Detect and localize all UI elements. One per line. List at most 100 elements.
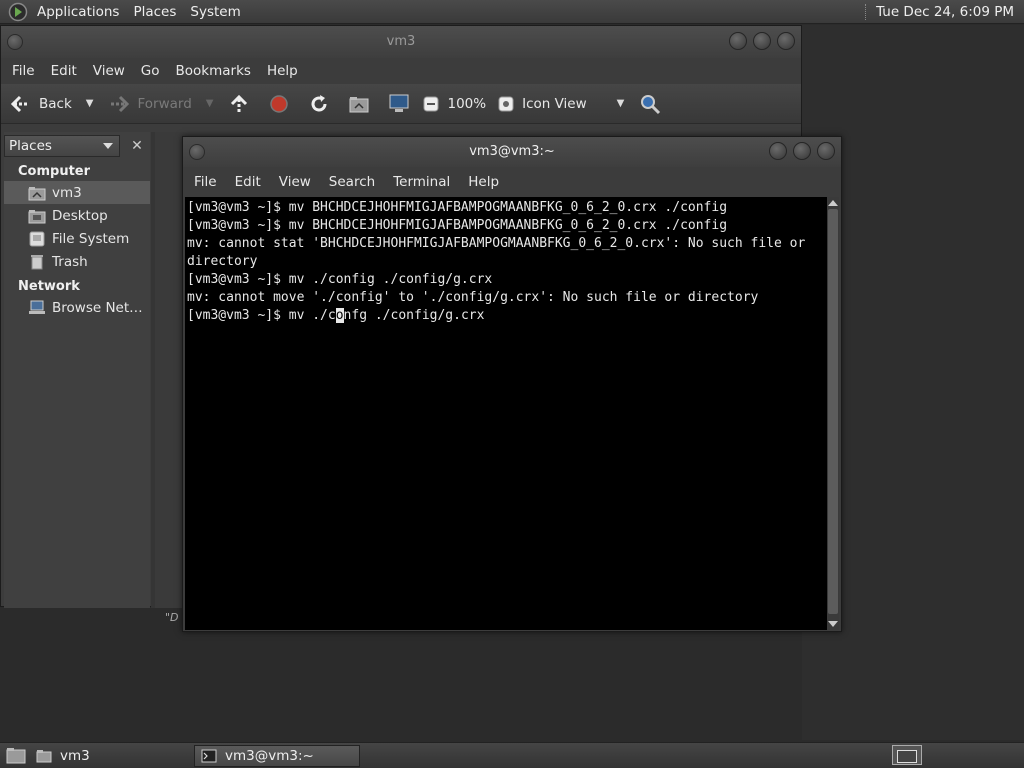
menu-file[interactable]: File xyxy=(185,167,226,197)
workspace-switcher[interactable] xyxy=(892,745,922,765)
minimize-button[interactable] xyxy=(769,142,787,160)
view-mode-dropdown[interactable]: ▼ xyxy=(617,98,625,109)
stop-icon[interactable] xyxy=(267,92,291,116)
terminal-line: mv: cannot stat 'BHCHDCEJHOHFMIGJAFBAMPO… xyxy=(187,236,806,251)
terminal-line: [vm3@vm3 ~]$ mv BHCHDCEJHOHFMIGJAFBAMPOG… xyxy=(187,218,728,233)
window-menu-icon[interactable] xyxy=(189,144,205,160)
sidebar-item-browse-network[interactable]: Browse Net… xyxy=(4,296,150,319)
forward-arrow-icon xyxy=(107,92,131,116)
sidebar-view-select[interactable]: Places xyxy=(4,135,120,157)
back-button[interactable]: Back xyxy=(9,88,72,120)
input-after-cursor: nfg ./config/g.crx xyxy=(343,308,485,323)
chevron-down-icon xyxy=(103,143,113,149)
input-before-cursor: [vm3@vm3 ~]$ mv ./c xyxy=(187,308,336,323)
show-desktop-icon[interactable] xyxy=(6,747,26,765)
desktop-icon xyxy=(28,209,46,223)
terminal-line: directory xyxy=(187,254,258,269)
terminal-scrollbar[interactable] xyxy=(827,197,839,630)
drive-icon xyxy=(29,231,45,246)
zoom-level[interactable]: 100% xyxy=(447,88,486,120)
menu-edit[interactable]: Edit xyxy=(43,58,85,84)
trash-icon xyxy=(31,254,43,269)
window-menu-icon[interactable] xyxy=(7,34,23,50)
status-text: "D xyxy=(165,611,179,624)
bottom-panel: vm3 vm3@vm3:~ xyxy=(0,742,1024,768)
forward-button[interactable]: Forward xyxy=(107,88,192,120)
close-button[interactable] xyxy=(817,142,835,160)
sidebar-item-label: vm3 xyxy=(52,184,82,201)
minimize-button[interactable] xyxy=(729,32,747,50)
terminal-menubar: File Edit View Search Terminal Help xyxy=(183,167,841,197)
applications-menu[interactable]: Applications xyxy=(30,0,126,24)
terminal-window: vm3@vm3:~ File Edit View Search Terminal… xyxy=(182,136,842,632)
sidebar-view-label: Places xyxy=(9,138,52,154)
close-sidebar-icon[interactable]: ✕ xyxy=(126,135,148,157)
menu-search[interactable]: Search xyxy=(320,167,384,197)
file-manager-toolbar: Back ▼ Forward ▼ 100% Icon View ▼ xyxy=(1,84,801,124)
section-network: Network xyxy=(18,279,80,294)
sidebar-item-trash[interactable]: Trash xyxy=(4,250,150,273)
menu-help[interactable]: Help xyxy=(459,167,508,197)
back-label: Back xyxy=(39,95,72,112)
distro-logo-icon[interactable] xyxy=(8,2,28,22)
forward-label: Forward xyxy=(137,95,192,112)
places-menu[interactable]: Places xyxy=(126,0,183,24)
search-icon[interactable] xyxy=(638,92,662,116)
file-manager-title: vm3 xyxy=(386,34,416,49)
view-mode-icon xyxy=(494,92,518,116)
network-icon xyxy=(29,300,45,314)
text-cursor: o xyxy=(335,308,344,323)
scroll-down-icon[interactable] xyxy=(828,621,838,627)
menu-terminal[interactable]: Terminal xyxy=(384,167,459,197)
maximize-button[interactable] xyxy=(793,142,811,160)
menu-go[interactable]: Go xyxy=(133,58,168,84)
computer-icon[interactable] xyxy=(387,92,411,116)
sidebar-item-desktop[interactable]: Desktop xyxy=(4,204,150,227)
system-menu[interactable]: System xyxy=(183,0,247,24)
menu-edit[interactable]: Edit xyxy=(226,167,270,197)
menu-file[interactable]: File xyxy=(4,58,43,84)
zoom-icon[interactable] xyxy=(419,92,443,116)
sidebar-item-file-system[interactable]: File System xyxy=(4,227,150,250)
file-manager-titlebar[interactable]: vm3 xyxy=(1,26,801,58)
scroll-up-icon[interactable] xyxy=(828,200,838,206)
terminal-titlebar[interactable]: vm3@vm3:~ xyxy=(183,137,841,167)
terminal-line: mv: cannot move './config' to './config/… xyxy=(187,290,759,305)
terminal-line: [vm3@vm3 ~]$ mv BHCHDCEJHOHFMIGJAFBAMPOG… xyxy=(187,200,728,215)
scrollbar-thumb[interactable] xyxy=(828,209,838,614)
taskbar-item-label: vm3@vm3:~ xyxy=(225,747,314,764)
menu-view[interactable]: View xyxy=(85,58,133,84)
forward-history-dropdown[interactable]: ▼ xyxy=(206,98,214,109)
menu-bookmarks[interactable]: Bookmarks xyxy=(168,58,259,84)
home-folder-icon[interactable] xyxy=(347,92,371,116)
terminal-title: vm3@vm3:~ xyxy=(469,144,555,159)
menu-help[interactable]: Help xyxy=(259,58,306,84)
close-button[interactable] xyxy=(777,32,795,50)
maximize-button[interactable] xyxy=(753,32,771,50)
places-sidebar: Places ✕ Computer vm3 Desktop File Syste… xyxy=(4,132,150,608)
back-history-dropdown[interactable]: ▼ xyxy=(86,98,94,109)
sidebar-item-label: Desktop xyxy=(52,207,108,224)
menu-view[interactable]: View xyxy=(270,167,320,197)
view-mode-select[interactable]: Icon View xyxy=(522,88,587,120)
sidebar-item-label: File System xyxy=(52,230,130,247)
terminal-input-line[interactable]: [vm3@vm3 ~]$ mv ./confg ./config/g.crx xyxy=(187,307,828,325)
home-folder-icon xyxy=(36,749,52,762)
workspace-1[interactable] xyxy=(897,750,917,763)
terminal-output[interactable]: [vm3@vm3 ~]$ mv BHCHDCEJHOHFMIGJAFBAMPOG… xyxy=(185,197,828,630)
clock[interactable]: Tue Dec 24, 6:09 PM xyxy=(876,4,1024,20)
sidebar-item-vm3[interactable]: vm3 xyxy=(4,181,150,204)
sidebar-item-label: Trash xyxy=(52,253,88,270)
taskbar-item-file-manager[interactable]: vm3 xyxy=(30,745,190,767)
home-folder-icon xyxy=(28,186,46,200)
taskbar-item-label: vm3 xyxy=(60,747,90,764)
terminal-icon xyxy=(201,749,217,762)
terminal-line: [vm3@vm3 ~]$ mv ./config ./config/g.crx xyxy=(187,272,493,287)
sidebar-item-label: Browse Net… xyxy=(52,299,143,316)
up-arrow-icon[interactable] xyxy=(227,92,251,116)
section-computer: Computer xyxy=(18,164,91,179)
reload-icon[interactable] xyxy=(307,92,331,116)
taskbar-item-terminal[interactable]: vm3@vm3:~ xyxy=(194,744,360,767)
back-arrow-icon xyxy=(9,92,33,116)
top-panel: Applications Places System Tue Dec 24, 6… xyxy=(0,0,1024,24)
